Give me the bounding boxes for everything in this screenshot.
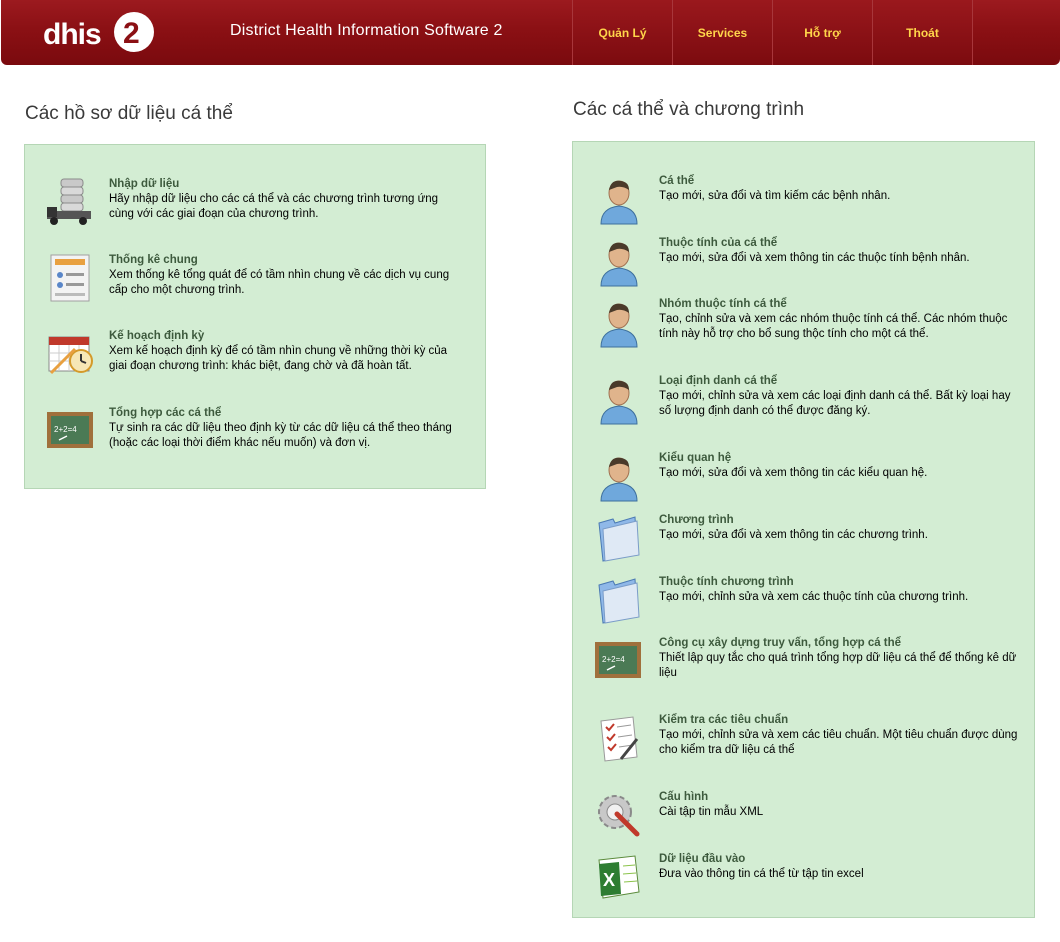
menu-card[interactable]: Loại định danh cá thể Tạo mới, chỉnh sửa… <box>593 374 1018 425</box>
person-icon <box>600 303 638 348</box>
menu-card[interactable]: Thống kê chung Xem thống kê tổng quát để… <box>45 253 465 305</box>
app-title: District Health Information Software 2 <box>230 22 503 39</box>
menu-card[interactable]: Kiểu quan hệ Tạo mới, sửa đổi và xem thô… <box>593 451 1018 502</box>
item-description: Tạo mới, chỉnh sửa và xem các thuộc tính… <box>659 591 969 603</box>
item-description: Thiết lập quy tắc cho quá trình tổng hợp… <box>659 652 1017 679</box>
gear-wrench-icon <box>598 795 640 837</box>
left-section-title: Các hồ sơ dữ liệu cá thể <box>25 103 233 124</box>
menu-thoat[interactable]: Thoát <box>872 0 973 65</box>
menu-card[interactable]: Thuộc tính chương trình Tạo mới, chỉnh s… <box>593 575 1018 625</box>
menu-card[interactable]: Thuộc tính của cá thể Tạo mới, sửa đổi v… <box>593 236 1018 287</box>
item-description: Cài tập tin mẫu XML <box>659 806 764 818</box>
item-description: Tạo mới, sửa đổi và tìm kiếm các bệnh nh… <box>659 190 891 202</box>
right-panel: Cá thể Tạo mới, sửa đổi và tìm kiếm các … <box>572 141 1035 918</box>
item-description: Tạo mới, chỉnh sửa và xem các loại định … <box>659 390 1011 417</box>
item-title: Nhập dữ liệu <box>109 178 180 190</box>
menu-card[interactable]: Cấu hình Cài tập tin mẫu XML <box>593 790 1018 840</box>
item-description: Đưa vào thông tin cá thể từ tập tin exce… <box>659 868 864 880</box>
person-icon <box>600 180 638 225</box>
menu-card[interactable]: Cá thể Tạo mới, sửa đổi và tìm kiếm các … <box>593 174 1018 225</box>
chalkboard-icon: 2+2=4 <box>595 642 641 678</box>
menu-card[interactable]: Nhập dữ liệu Hãy nhập dữ liệu cho các cá… <box>45 177 465 235</box>
right-section-title: Các cá thể và chương trình <box>573 99 805 120</box>
menu-card[interactable]: Kiểm tra các tiêu chuẩn Tạo mới, chỉnh s… <box>593 713 1018 763</box>
item-description: Tạo mới, sửa đổi và xem thông tin các ki… <box>659 467 928 479</box>
item-title: Kiểu quan hệ <box>659 452 732 464</box>
item-title: Công cụ xây dựng truy vấn, tổng hợp cá t… <box>659 637 902 649</box>
svg-text:X: X <box>603 870 615 890</box>
top-banner: dhis 2 District Health Information Softw… <box>1 0 1060 65</box>
svg-text:dhis: dhis <box>43 18 101 51</box>
report-icon <box>50 254 90 302</box>
item-title: Cá thể <box>659 175 695 187</box>
item-description: Tự sinh ra các dữ liệu theo định kỳ từ c… <box>109 422 452 449</box>
person-icon <box>600 380 638 425</box>
menu-card[interactable]: Kế hoạch định kỳ Xem kế hoạch định kỳ để… <box>45 329 465 381</box>
folder-icon <box>598 516 640 562</box>
left-panel: Nhập dữ liệu Hãy nhập dữ liệu cho các cá… <box>24 144 486 489</box>
item-description: Tạo mới, sửa đổi và xem thông tin các th… <box>659 252 970 264</box>
item-description: Xem kế hoạch định kỳ để có tầm nhìn chun… <box>109 345 448 372</box>
item-description: Tạo mới, sửa đổi và xem thông tin các ch… <box>659 529 928 541</box>
menu-card[interactable]: Chương trình Tạo mới, sửa đổi và xem thô… <box>593 513 1018 563</box>
item-title: Tổng hợp các cá thể <box>109 407 222 419</box>
item-title: Thuộc tính của cá thể <box>659 237 778 249</box>
checklist-icon <box>600 716 639 762</box>
folder-icon <box>598 578 640 624</box>
menu-quan-ly[interactable]: Quản Lý <box>572 0 672 65</box>
menu-card[interactable]: X Dữ liệu đầu vào Đưa vào thông tin cá t… <box>593 852 1018 902</box>
person-icon <box>600 457 638 502</box>
svg-text:2: 2 <box>123 17 140 50</box>
calendar-clock-icon <box>48 336 93 375</box>
svg-text:2+2=4: 2+2=4 <box>602 655 625 664</box>
item-title: Kiểm tra các tiêu chuẩn <box>659 714 789 726</box>
item-title: Chương trình <box>659 514 734 526</box>
item-title: Thống kê chung <box>109 254 198 266</box>
item-title: Kế hoạch định kỳ <box>109 330 205 342</box>
item-description: Tạo mới, chỉnh sửa và xem các tiêu chuẩn… <box>659 729 1018 756</box>
menu-card[interactable]: 2+2=4 Tổng hợp các cá thể Tự sinh ra các… <box>45 406 465 458</box>
person-icon <box>600 242 638 287</box>
item-title: Thuộc tính chương trình <box>659 576 794 588</box>
item-title: Nhóm thuộc tính cá thể <box>659 298 787 310</box>
excel-icon: X <box>598 855 640 899</box>
item-title: Dữ liệu đầu vào <box>659 853 746 865</box>
menu-card[interactable]: Nhóm thuộc tính cá thể Tạo, chỉnh sửa và… <box>593 297 1018 348</box>
item-title: Cấu hình <box>659 791 709 803</box>
database-truck-icon <box>47 178 91 225</box>
top-menu: Quản Lý Services Hỗ trợ Thoát <box>572 0 973 65</box>
dhis2-logo[interactable]: dhis 2 <box>43 8 155 56</box>
menu-ho-tro[interactable]: Hỗ trợ <box>772 0 872 65</box>
svg-text:2+2=4: 2+2=4 <box>54 425 77 434</box>
item-description: Xem thống kê tổng quát để có tầm nhìn ch… <box>109 269 450 296</box>
menu-services[interactable]: Services <box>672 0 772 65</box>
chalkboard-icon: 2+2=4 <box>47 412 93 448</box>
item-title: Loại định danh cá thể <box>659 375 778 387</box>
item-description: Tạo, chỉnh sửa và xem các nhóm thuộc tín… <box>659 313 1008 340</box>
item-description: Hãy nhập dữ liệu cho các cá thể và các c… <box>109 193 439 220</box>
menu-card[interactable]: 2+2=4 Công cụ xây dựng truy vấn, tổng hợ… <box>593 636 1018 686</box>
